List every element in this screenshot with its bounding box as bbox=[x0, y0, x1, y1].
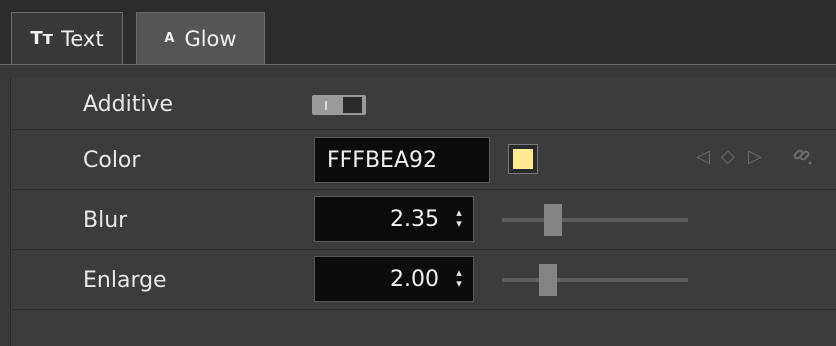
enlarge-slider-thumb[interactable] bbox=[539, 264, 557, 296]
enlarge-value-input[interactable]: 2.00 ▴ ▾ bbox=[314, 256, 474, 302]
text-type-icon: Tт bbox=[30, 28, 54, 49]
enlarge-label: Enlarge bbox=[83, 267, 167, 293]
add-keyframe-icon[interactable]: ◇ bbox=[721, 146, 735, 167]
blur-value-input[interactable]: 2.35 ▴ ▾ bbox=[314, 196, 474, 242]
toggle-tick bbox=[325, 101, 327, 110]
color-label: Color bbox=[83, 147, 141, 173]
blur-label: Blur bbox=[83, 207, 128, 233]
row-blur: Blur 2.35 ▴ ▾ bbox=[11, 190, 836, 250]
blur-slider-thumb[interactable] bbox=[544, 204, 562, 236]
blur-value: 2.35 bbox=[390, 206, 439, 232]
enlarge-slider[interactable] bbox=[502, 264, 688, 296]
prev-keyframe-icon[interactable]: ◁ bbox=[696, 146, 710, 167]
glow-properties-panel: Additive Color FFFBEA92 ◁ ◇ ▷ Blur 2.35 … bbox=[10, 78, 836, 346]
glow-a-icon: A bbox=[164, 31, 175, 46]
tab-text[interactable]: Tт Text bbox=[11, 12, 123, 64]
additive-toggle[interactable] bbox=[312, 95, 366, 115]
enlarge-spinner-icon[interactable]: ▴ ▾ bbox=[453, 267, 465, 291]
toggle-knob bbox=[343, 97, 362, 113]
tab-glow[interactable]: A Glow bbox=[136, 12, 265, 64]
color-swatch[interactable] bbox=[508, 144, 538, 174]
blur-spinner-icon[interactable]: ▴ ▾ bbox=[453, 207, 465, 231]
next-keyframe-icon[interactable]: ▷ bbox=[748, 146, 762, 167]
row-additive: Additive bbox=[11, 78, 836, 130]
enlarge-value: 2.00 bbox=[390, 266, 439, 292]
tab-strip: Tт Text A Glow bbox=[0, 0, 836, 66]
tab-label: Text bbox=[61, 26, 104, 51]
blur-slider[interactable] bbox=[502, 204, 688, 236]
row-enlarge: Enlarge 2.00 ▴ ▾ bbox=[11, 250, 836, 310]
panel-header-band bbox=[0, 65, 836, 78]
color-swatch-fill bbox=[513, 149, 533, 169]
color-hex-input[interactable]: FFFBEA92 bbox=[314, 137, 490, 183]
additive-label: Additive bbox=[83, 91, 173, 117]
row-color: Color FFFBEA92 ◁ ◇ ▷ bbox=[11, 130, 836, 190]
tab-label: Glow bbox=[184, 26, 237, 51]
link-icon[interactable] bbox=[791, 144, 813, 171]
